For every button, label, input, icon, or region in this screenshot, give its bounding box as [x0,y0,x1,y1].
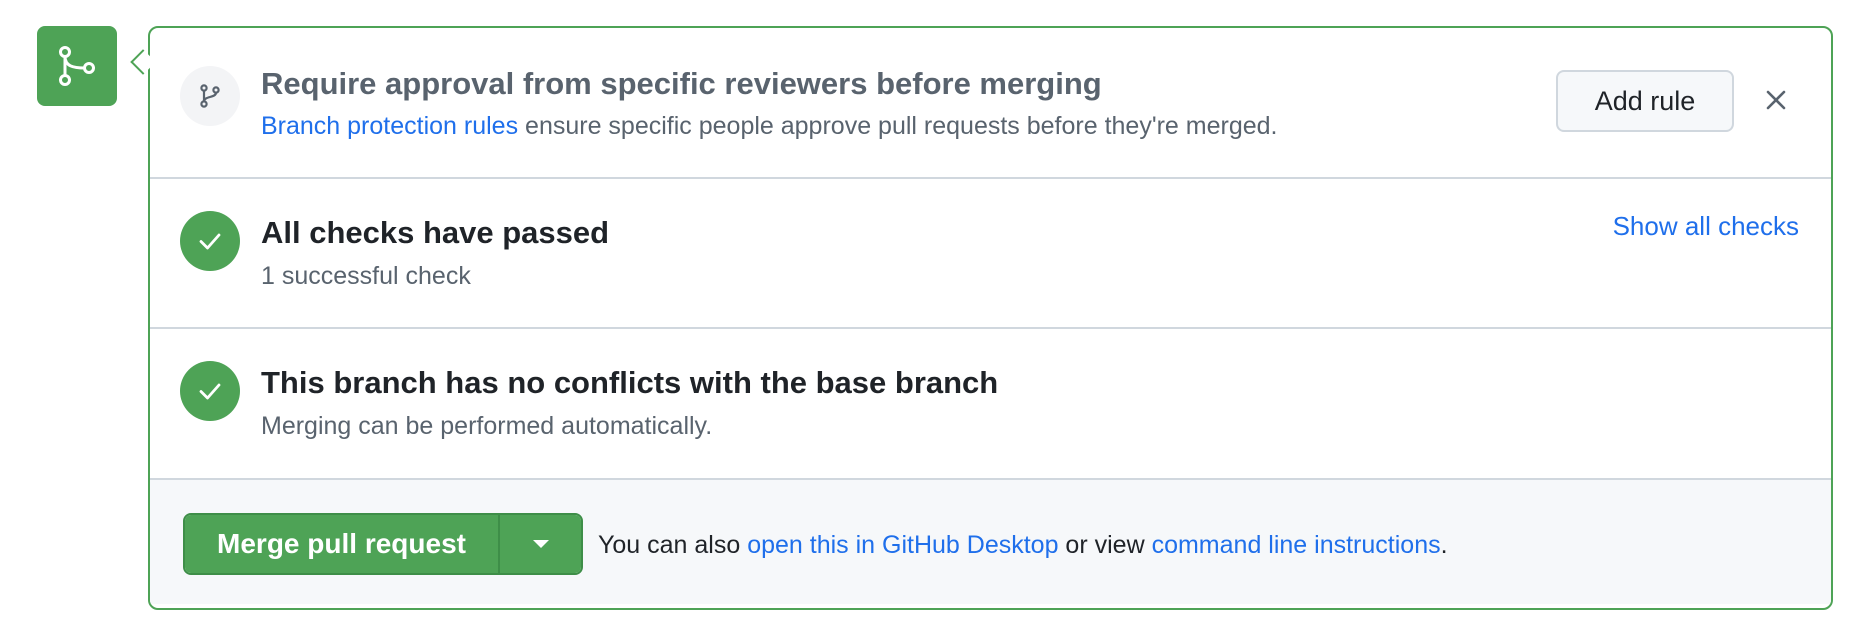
review-description-text: ensure specific people approve pull requ… [518,112,1278,140]
note-prefix: You can also [598,531,748,559]
git-branch-icon [200,84,220,108]
merge-button-group: Merge pull request [183,513,583,575]
merge-method-dropdown-button[interactable] [500,515,581,573]
conflicts-status-circle [180,361,240,421]
add-rule-button[interactable]: Add rule [1556,70,1734,132]
note-suffix: . [1440,531,1448,559]
merge-box: Require approval from specific reviewers… [148,26,1833,610]
conflicts-section: This branch has no conflicts with the ba… [150,329,1831,480]
command-line-instructions-link[interactable]: command line instructions [1152,531,1441,559]
conflicts-subtitle: Merging can be performed automatically. [261,412,713,440]
checks-section: All checks have passed 1 successful chec… [150,179,1831,329]
dismiss-button[interactable] [1762,86,1790,114]
merge-pull-request-button[interactable]: Merge pull request [185,515,498,573]
merge-action-section: Merge pull request You can also open thi… [150,480,1831,604]
conflicts-title: This branch has no conflicts with the ba… [261,365,999,400]
checks-status-circle [180,211,240,271]
branch-protection-rules-link[interactable]: Branch protection rules [261,112,518,140]
show-all-checks-link[interactable]: Show all checks [1613,211,1799,242]
git-merge-badge [37,26,117,106]
merge-alternatives-note: You can also open this in GitHub Desktop… [598,531,1448,560]
github-desktop-link[interactable]: open this in GitHub Desktop [747,531,1058,559]
triangle-down-icon [532,540,549,548]
check-icon [199,383,221,400]
review-requirement-title: Require approval from specific reviewers… [261,66,1102,101]
check-icon [199,233,221,250]
review-requirement-section: Require approval from specific reviewers… [150,28,1831,179]
review-icon-circle [180,66,240,126]
git-merge-icon [59,46,95,86]
note-middle: or view [1058,531,1152,559]
checks-subtitle: 1 successful check [261,262,471,290]
close-icon [1766,90,1786,110]
checks-title: All checks have passed [261,215,610,250]
review-requirement-description: Branch protection rules ensure specific … [261,112,1277,141]
